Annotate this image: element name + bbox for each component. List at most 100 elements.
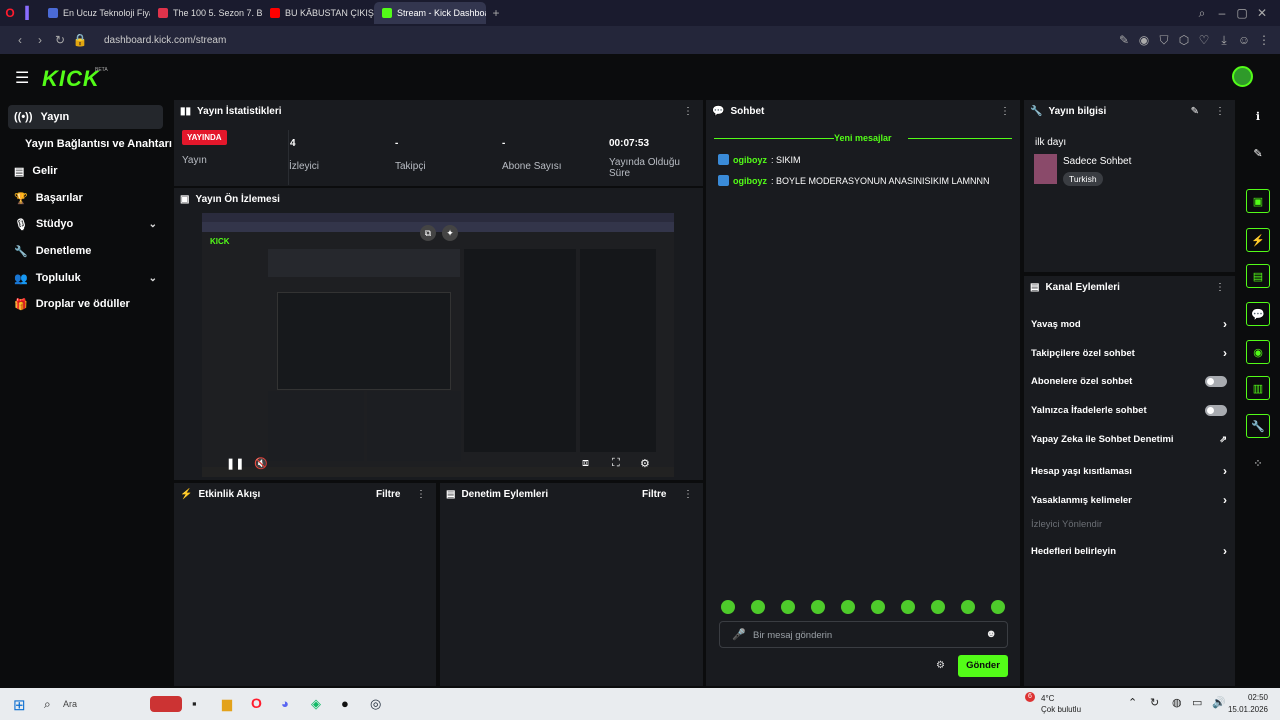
action-banned-words[interactable]: Yasaklanmış kelimeler ›: [1031, 493, 1227, 507]
action-account-age[interactable]: Hesap yaşı kısıtlaması ›: [1031, 464, 1227, 478]
send-button[interactable]: Gönder: [958, 655, 1008, 677]
forward-icon[interactable]: ›: [30, 33, 50, 47]
weather-temperature[interactable]: 4°C: [1041, 694, 1054, 703]
display-icon[interactable]: ▭: [1192, 696, 1202, 709]
sidebar-item-revenue[interactable]: ▤ Gelir: [8, 159, 163, 183]
minimize-icon[interactable]: –: [1212, 6, 1232, 20]
preview-widget-icon[interactable]: ▣: [1246, 189, 1270, 213]
emotes-only-toggle[interactable]: [1205, 405, 1227, 416]
more-options-icon[interactable]: ⋮: [1215, 106, 1225, 117]
filter-button[interactable]: Filtre: [642, 489, 666, 500]
weather-description[interactable]: Çok bulutlu: [1041, 705, 1081, 714]
tray-chevron-icon[interactable]: ⌃: [1128, 696, 1137, 709]
sidebar-item-community[interactable]: 👥 Topluluk ⌄: [8, 266, 163, 290]
chat-icon[interactable]: 💬: [1246, 302, 1270, 326]
shield-icon[interactable]: ⛉: [1154, 33, 1174, 48]
download-icon[interactable]: ⤓: [1214, 33, 1234, 48]
profile-icon[interactable]: ☺: [1234, 33, 1254, 47]
sidebar-item-studio[interactable]: 🎙 Stüdyo ⌄: [8, 212, 163, 236]
opera-icon[interactable]: O: [0, 6, 20, 20]
emote-icon[interactable]: [841, 600, 855, 614]
browser-tab[interactable]: En Ucuz Teknoloji Fiyatları: [40, 2, 150, 24]
menu-icon[interactable]: ⋮: [1254, 33, 1274, 47]
action-ai-moderation[interactable]: Yapay Zeka ile Sohbet Denetimi ⇗: [1031, 434, 1227, 445]
obs-icon[interactable]: ●: [341, 696, 349, 711]
browser-tab-active[interactable]: Stream - Kick Dashboard: [374, 2, 486, 24]
info-icon[interactable]: ℹ: [1246, 104, 1270, 128]
pencil-icon[interactable]: ✎: [1246, 141, 1270, 165]
pause-icon[interactable]: ❚❚: [226, 457, 244, 470]
sidebar-item-stream[interactable]: ((•)) Yayın: [8, 105, 163, 129]
more-options-icon[interactable]: ⋮: [683, 106, 693, 117]
extensions-icon[interactable]: ⬡: [1174, 33, 1194, 47]
browser-tab[interactable]: BU KÂBUSTAN ÇIKIŞ VAR: [262, 2, 374, 24]
more-options-icon[interactable]: ⋮: [1000, 106, 1010, 117]
stream-preview-video[interactable]: KICK ⧉ ✦ ❚❚ 🔇 ⧈ ⛶ ⚙: [202, 213, 674, 477]
app-icon[interactable]: ◈: [311, 696, 321, 712]
add-widget-icon[interactable]: ⁘: [1246, 451, 1270, 475]
microphone-icon[interactable]: 🎤: [732, 628, 746, 641]
lightning-icon[interactable]: ⚡: [1246, 228, 1270, 252]
avatar[interactable]: [1232, 66, 1253, 87]
chat-settings-icon[interactable]: ⚙: [936, 660, 945, 671]
emote-icon[interactable]: [961, 600, 975, 614]
action-goals[interactable]: Hedefleri belirleyin ›: [1031, 544, 1227, 558]
clip-icon[interactable]: ✦: [442, 225, 458, 241]
edit-icon[interactable]: ✎: [1114, 33, 1134, 47]
emote-icon[interactable]: [721, 600, 735, 614]
hamburger-menu-icon[interactable]: ☰: [15, 68, 29, 88]
pip-icon[interactable]: ⧈: [582, 457, 589, 470]
steam-icon[interactable]: ◎: [370, 696, 381, 712]
subscribers-only-toggle[interactable]: [1205, 376, 1227, 387]
document-icon[interactable]: ▤: [1246, 264, 1270, 288]
close-window-icon[interactable]: ✕: [1252, 6, 1272, 20]
category-name[interactable]: Sadece Sohbet: [1063, 156, 1131, 167]
emote-icon[interactable]: [811, 600, 825, 614]
heart-icon[interactable]: ♡: [1194, 33, 1214, 47]
sidebar-item-drops[interactable]: 🎁 Droplar ve ödüller: [8, 292, 163, 316]
emote-icon[interactable]: [751, 600, 765, 614]
discord-icon[interactable]: ◕: [281, 696, 289, 711]
chat-input[interactable]: 🎤 Bir mesaj gönderin ☻: [719, 621, 1008, 648]
chat-username[interactable]: ogiboyz: [733, 176, 767, 186]
emote-icon[interactable]: [781, 600, 795, 614]
camera-icon[interactable]: ◉: [1134, 33, 1154, 47]
more-options-icon[interactable]: ⋮: [1215, 282, 1225, 293]
taskbar-search-input[interactable]: Ara: [63, 699, 77, 709]
windows-start-icon[interactable]: ⊞: [13, 696, 26, 714]
action-followers-only[interactable]: Takipçilere özel sohbet ›: [1031, 346, 1227, 360]
url-field[interactable]: dashboard.kick.com/stream: [104, 35, 226, 46]
emote-icon[interactable]: [901, 600, 915, 614]
kick-logo[interactable]: KICK: [42, 66, 100, 92]
clock-date[interactable]: 15.01.2026: [1224, 705, 1268, 714]
chat-username[interactable]: ogiboyz: [733, 155, 767, 165]
sidebar-toggle-icon[interactable]: ▍: [20, 6, 40, 20]
emoji-icon[interactable]: ☻: [985, 628, 997, 640]
edit-icon[interactable]: ✎: [1191, 106, 1199, 117]
chat-message[interactable]: ogiboyz: BOYLE MODERASYONUN ANASINISIKIM…: [718, 175, 990, 186]
settings-icon[interactable]: ⚙: [640, 457, 650, 470]
file-explorer-icon[interactable]: ▆: [222, 696, 232, 712]
stats-icon[interactable]: ▥: [1246, 376, 1270, 400]
broadcast-icon[interactable]: ◉: [1246, 340, 1270, 364]
popout-icon[interactable]: ⧉: [420, 225, 436, 241]
emote-icon[interactable]: [991, 600, 1005, 614]
emote-icon[interactable]: [931, 600, 945, 614]
sidebar-item-moderation[interactable]: 🔧 Denetleme: [8, 239, 163, 263]
emote-icon[interactable]: [871, 600, 885, 614]
action-slow-mode[interactable]: Yavaş mod ›: [1031, 317, 1227, 331]
tray-app-icon[interactable]: ↻: [1150, 696, 1159, 709]
search-tabs-icon[interactable]: ⌕: [1192, 6, 1212, 21]
sidebar-item-achievements[interactable]: 🏆 Başarılar: [8, 186, 163, 210]
opera-taskbar-icon[interactable]: O: [251, 695, 262, 711]
search-icon[interactable]: ⌕: [44, 697, 51, 712]
new-tab-icon[interactable]: +: [486, 6, 506, 20]
more-options-icon[interactable]: ⋮: [416, 489, 426, 500]
sidebar-item-stream-key[interactable]: Yayın Bağlantısı ve Anahtarı: [19, 132, 179, 156]
maximize-icon[interactable]: ▢: [1232, 6, 1252, 20]
wrench-icon[interactable]: 🔧: [1246, 414, 1270, 438]
more-options-icon[interactable]: ⋮: [683, 489, 693, 500]
filter-button[interactable]: Filtre: [376, 489, 400, 500]
mute-icon[interactable]: 🔇: [254, 457, 268, 470]
reload-icon[interactable]: ↻: [50, 33, 70, 47]
